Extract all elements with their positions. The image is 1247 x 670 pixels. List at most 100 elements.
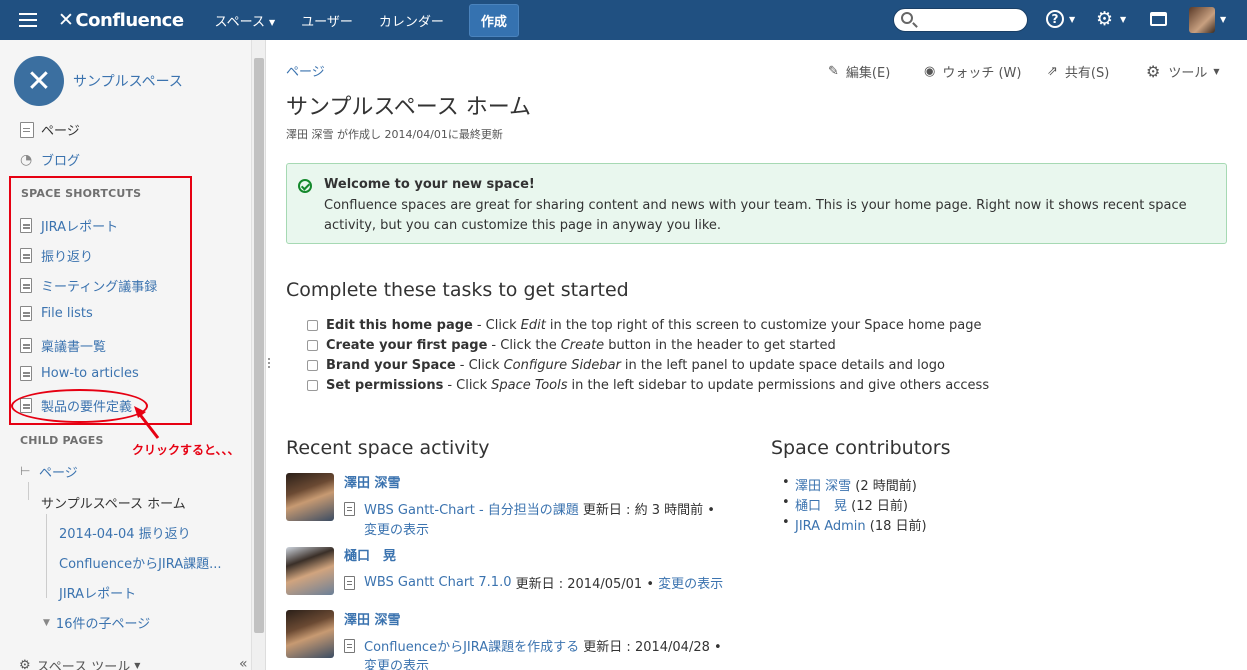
sidebar-resize-handle[interactable] [268,358,271,370]
highlight-ellipse-annotation [11,389,148,423]
contributor-time: (12 日前) [851,499,908,514]
collapse-sidebar-icon[interactable]: « [239,656,248,670]
tree-item-child[interactable]: ConfluenceからJIRA課題... [59,553,222,572]
welcome-title: Welcome to your new space! [324,177,535,192]
contributor-time: (18 日前) [869,519,927,534]
tree-item-child[interactable]: JIRAレポート [59,583,136,602]
space-name-link[interactable]: サンプルスペース [73,71,183,91]
task-text: in the top right of this screen to custo… [549,318,982,333]
contributor-item: 澤田 深雪 (2 時間前) [782,475,917,494]
nav-calendar[interactable]: カレンダー [366,11,457,30]
page-icon [344,575,355,590]
main-nav: スペース ▼ ユーザー カレンダー 作成 [202,3,519,37]
page-icon [344,638,355,653]
confluence-logo[interactable]: ✕ Confluence [58,9,184,31]
tree-item-current-page[interactable]: サンプルスペース ホーム [41,493,186,512]
chevron-down-icon: ▼ [268,17,276,27]
task-checkbox[interactable] [307,360,318,371]
chevron-down-icon: ▼ [1213,67,1220,76]
scrollbar-thumb[interactable] [254,58,264,633]
tree-item-child[interactable]: 2014-04-04 振り返り [59,523,191,542]
share-button[interactable]: ⇗ 共有(S) [1047,62,1109,81]
activity-page-link[interactable]: ConfluenceからJIRA課題を作成する [364,636,579,655]
watch-button[interactable]: ◉ ウォッチ (W) [924,62,1021,81]
contributor-link[interactable]: JIRA Admin [795,519,866,534]
tree-root-pages[interactable]: ⊢ ページ [20,462,78,482]
tree-icon: ⊢ [20,463,31,478]
tasks-heading: Complete these tasks to get started [286,279,629,301]
contributor-item: 樋口 晃 (12 日前) [782,495,908,514]
contributor-link[interactable]: 澤田 深雪 [795,479,851,494]
view-changes-link[interactable]: 変更の表示 [364,655,429,670]
nav-spaces[interactable]: スペース ▼ [202,11,289,30]
sidebar-scrollbar[interactable] [251,40,265,670]
view-changes-link[interactable]: 変更の表示 [658,573,723,592]
task-checkbox[interactable] [307,320,318,331]
task-item: Edit this home page - Click Edit in the top… [307,318,981,333]
task-title: Set permissions [326,378,444,393]
task-checkbox[interactable] [307,340,318,351]
user-avatar[interactable] [1189,7,1215,33]
avatar[interactable] [286,610,334,658]
chevron-down-icon: ▼ [43,617,50,628]
task-item: Set permissions - Click Space Tools in the … [307,378,989,393]
space-tools-button[interactable]: ⚙ スペース ツール ▼ [19,656,140,670]
activity-meta: 更新日 : 2014/05/01 • [515,577,654,592]
settings-gear-icon[interactable]: ⚙ [1096,8,1113,30]
task-text: in the left sidebar to update permission… [571,378,990,393]
gear-icon: ⚙ [19,658,31,670]
tree-item-label: ページ [39,466,78,481]
edit-button[interactable]: ✎ 編集(E) [828,62,890,81]
highlight-box-annotation [9,176,192,425]
contributor-link[interactable]: 樋口 晃 [795,499,847,514]
view-changes-link[interactable]: 変更の表示 [364,519,429,538]
watch-label: ウォッチ (W) [942,66,1022,81]
welcome-body: Confluence spaces are great for sharing … [324,198,1187,233]
activity-meta: 更新日 : 約 3 時間前 • [582,503,715,518]
task-title: Create your first page [326,338,488,353]
page-icon [20,121,34,138]
avatar[interactable] [286,473,334,521]
activity-line: WBS Gantt-Chart - 自分担当の課題 更新日 : 約 3 時間前 … [344,499,715,518]
sidebar-item-blog[interactable]: ◔ ブログ [20,150,80,170]
nav-users[interactable]: ユーザー [288,11,366,30]
breadcrumb[interactable]: ページ [286,61,325,80]
page-icon [344,501,355,516]
recent-activity-heading: Recent space activity [286,437,490,459]
contributor-time: (2 時間前) [855,479,917,494]
help-chevron-down-icon: ▼ [1069,15,1076,24]
search-icon [901,12,913,24]
activity-user-link[interactable]: 樋口 晃 [344,545,396,564]
hamburger-menu-icon[interactable] [19,13,37,27]
sidebar-item-pages[interactable]: ページ [20,120,80,139]
tools-button[interactable]: ⚙ ツール ▼ [1146,62,1220,81]
contributors-heading: Space contributors [771,437,951,459]
notifications-inbox-icon[interactable] [1150,12,1167,26]
task-text: - Click the [491,338,557,353]
contributor-item: JIRA Admin (18 日前) [782,515,927,534]
sidebar-item-label: ページ [41,124,80,139]
tree-more-children[interactable]: ▼ 16件の子ページ [43,613,150,632]
annotation-text: クリックすると、、、 [132,443,240,457]
edit-label: 編集(E) [845,66,891,81]
check-circle-icon [298,179,312,193]
task-text: button in the header to get started [608,338,836,353]
activity-page-link[interactable]: WBS Gantt Chart 7.1.0 [364,575,511,590]
task-emphasis: Configure Sidebar [503,358,621,373]
activity-page-link[interactable]: WBS Gantt-Chart - 自分担当の課題 [364,499,579,518]
tree-connector [28,482,29,500]
nav-spaces-label: スペース [214,14,265,30]
pencil-icon: ✎ [828,64,839,79]
search-input[interactable] [893,8,1028,32]
task-checkbox[interactable] [307,380,318,391]
help-icon[interactable]: ? [1046,10,1064,28]
activity-user-link[interactable]: 澤田 深雪 [344,609,401,628]
activity-user-link[interactable]: 澤田 深雪 [344,472,401,491]
task-text: - Click [447,378,488,393]
space-logo-icon[interactable]: ✕ [14,56,64,106]
avatar[interactable] [286,547,334,595]
task-emphasis: Edit [520,318,546,333]
create-button[interactable]: 作成 [468,3,519,37]
task-emphasis: Create [560,338,605,353]
activity-meta: 更新日 : 2014/04/28 • [583,640,722,655]
